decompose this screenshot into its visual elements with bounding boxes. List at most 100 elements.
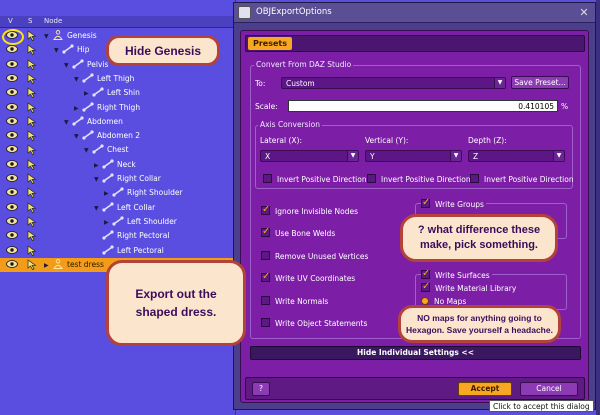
- selectable-arrow-icon[interactable]: [27, 87, 37, 99]
- hide-individual-settings-button[interactable]: Hide Individual Settings <<: [250, 346, 581, 360]
- expand-closed-icon[interactable]: ▶: [94, 159, 102, 173]
- eye-icon[interactable]: [6, 116, 18, 125]
- write-groups-checkbox[interactable]: Write Groups: [421, 197, 486, 210]
- invert-lateral-checkbox[interactable]: Invert Positive Direction: [263, 174, 367, 185]
- selectable-arrow-icon[interactable]: [27, 44, 37, 56]
- scene-tree-row[interactable]: ▼ Right Collar: [0, 172, 236, 186]
- depth-label: Depth (Z):: [468, 136, 507, 145]
- eye-icon[interactable]: [6, 159, 18, 168]
- use-bone-welds-checkbox[interactable]: Use Bone Welds: [261, 226, 335, 239]
- selectable-arrow-icon[interactable]: [27, 58, 37, 70]
- expand-closed-icon[interactable]: ▶: [104, 216, 112, 230]
- dialog-titlebar[interactable]: OBJExportOptions ✕: [234, 3, 595, 23]
- expand-open-icon[interactable]: ▼: [94, 173, 102, 187]
- eye-icon[interactable]: [6, 59, 18, 68]
- selectable-arrow-icon[interactable]: [27, 230, 37, 242]
- eye-icon[interactable]: [6, 245, 18, 254]
- invert-depth-checkbox[interactable]: Invert Positive Direction: [470, 174, 574, 185]
- scene-tree-row[interactable]: ▼ Left Collar: [0, 201, 236, 215]
- scene-tree-row[interactable]: ▶ Left Shin: [0, 86, 236, 100]
- eye-icon[interactable]: [6, 45, 18, 54]
- eye-icon[interactable]: [6, 73, 18, 82]
- write-material-library-checkbox[interactable]: Write Material Library: [421, 281, 517, 294]
- selectable-arrow-icon[interactable]: [27, 259, 37, 270]
- eye-icon[interactable]: [6, 216, 18, 225]
- chevron-down-icon: ▼: [553, 151, 564, 161]
- expand-open-icon[interactable]: ▼: [84, 144, 92, 158]
- to-dropdown-value: Custom: [286, 79, 315, 88]
- ignore-invisible-checkbox[interactable]: Ignore Invisible Nodes: [261, 204, 358, 217]
- scale-input[interactable]: 0.410105: [288, 100, 558, 112]
- convert-group-title: Convert From DAZ Studio: [254, 60, 354, 69]
- save-preset-button[interactable]: Save Preset...: [511, 76, 569, 89]
- visibility-column-header[interactable]: V: [8, 17, 13, 25]
- expand-open-icon[interactable]: ▼: [74, 73, 82, 87]
- scene-tree-row[interactable]: Right Pectoral: [0, 229, 236, 243]
- node-column-header[interactable]: Node: [44, 17, 62, 25]
- eye-icon[interactable]: [6, 231, 18, 240]
- accept-button[interactable]: Accept: [458, 382, 512, 396]
- expand-open-icon[interactable]: ▼: [54, 44, 62, 58]
- help-button[interactable]: ?: [252, 382, 270, 396]
- selectable-arrow-icon[interactable]: [27, 216, 37, 227]
- eye-icon[interactable]: [6, 145, 18, 154]
- to-dropdown[interactable]: Custom ▼: [281, 77, 506, 89]
- selectable-arrow-icon[interactable]: [27, 130, 37, 142]
- write-uv-checkbox[interactable]: Write UV Coordinates: [261, 271, 355, 284]
- write-normals-checkbox[interactable]: Write Normals: [261, 296, 328, 307]
- scene-node-label: Abdomen: [87, 116, 123, 126]
- selectable-arrow-icon[interactable]: [27, 30, 37, 41]
- depth-dropdown[interactable]: Z ▼: [468, 150, 565, 162]
- expand-closed-icon[interactable]: ▶: [84, 87, 92, 101]
- eye-icon[interactable]: [6, 88, 18, 97]
- bone-icon: [62, 44, 74, 54]
- close-icon[interactable]: ✕: [577, 6, 591, 19]
- vertical-dropdown[interactable]: Y ▼: [365, 150, 462, 162]
- selectable-arrow-icon[interactable]: [27, 144, 37, 156]
- selectable-arrow-icon[interactable]: [27, 244, 37, 256]
- bone-icon: [82, 73, 94, 83]
- expand-closed-icon[interactable]: ▶: [74, 102, 82, 116]
- scene-tree-row[interactable]: ▼ Abdomen 2: [0, 129, 236, 143]
- expand-closed-icon[interactable]: ▶: [44, 259, 52, 273]
- select-column-header[interactable]: S: [28, 17, 32, 25]
- eye-icon[interactable]: [6, 102, 18, 111]
- figure-icon: [52, 258, 64, 269]
- scene-tree-row[interactable]: ▶ Left Shoulder: [0, 215, 236, 229]
- expand-open-icon[interactable]: ▼: [64, 116, 72, 130]
- selectable-arrow-icon[interactable]: [27, 187, 37, 199]
- cancel-button[interactable]: Cancel: [520, 382, 578, 396]
- invert-vertical-checkbox[interactable]: Invert Positive Direction: [367, 174, 471, 185]
- scene-tree-row[interactable]: Left Pectoral: [0, 244, 236, 258]
- eye-icon[interactable]: [6, 202, 18, 211]
- scene-tree-row[interactable]: ▶ Neck: [0, 158, 236, 172]
- axis-conversion-title: Axis Conversion: [258, 120, 322, 129]
- scene-node-label: Abdomen 2: [97, 131, 141, 141]
- scene-tree-row[interactable]: ▶ Right Thigh: [0, 101, 236, 115]
- selectable-arrow-icon[interactable]: [27, 116, 37, 127]
- lateral-dropdown[interactable]: X ▼: [260, 150, 359, 162]
- scene-tree-row[interactable]: ▼ Left Thigh: [0, 72, 236, 86]
- expand-open-icon[interactable]: ▼: [44, 30, 52, 44]
- scene-tree-row[interactable]: ▼ Abdomen: [0, 115, 236, 129]
- expand-open-icon[interactable]: ▼: [74, 130, 82, 144]
- eye-icon[interactable]: [6, 131, 18, 139]
- eye-icon[interactable]: [6, 174, 18, 182]
- write-surfaces-checkbox[interactable]: Write Surfaces: [421, 268, 492, 281]
- scene-tree-row[interactable]: ▶ Right Shoulder: [0, 186, 236, 200]
- selectable-arrow-icon[interactable]: [27, 159, 37, 170]
- remove-unused-checkbox[interactable]: Remove Unused Vertices: [261, 251, 368, 262]
- write-object-statements-checkbox[interactable]: Write Object Statements: [261, 318, 367, 329]
- selectable-arrow-icon[interactable]: [27, 73, 37, 84]
- selectable-arrow-icon[interactable]: [27, 101, 37, 113]
- expand-closed-icon[interactable]: ▶: [104, 187, 112, 201]
- eye-icon[interactable]: [6, 188, 18, 197]
- scene-tree-row[interactable]: ▼ Chest: [0, 143, 236, 157]
- selectable-arrow-icon[interactable]: [27, 173, 37, 184]
- eye-icon[interactable]: [6, 259, 18, 268]
- tab-presets[interactable]: Presets: [248, 37, 293, 50]
- expand-open-icon[interactable]: ▼: [94, 202, 102, 216]
- selectable-arrow-icon[interactable]: [27, 201, 37, 213]
- write-material-library-label: Write Material Library: [435, 284, 517, 293]
- expand-open-icon[interactable]: ▼: [64, 59, 72, 73]
